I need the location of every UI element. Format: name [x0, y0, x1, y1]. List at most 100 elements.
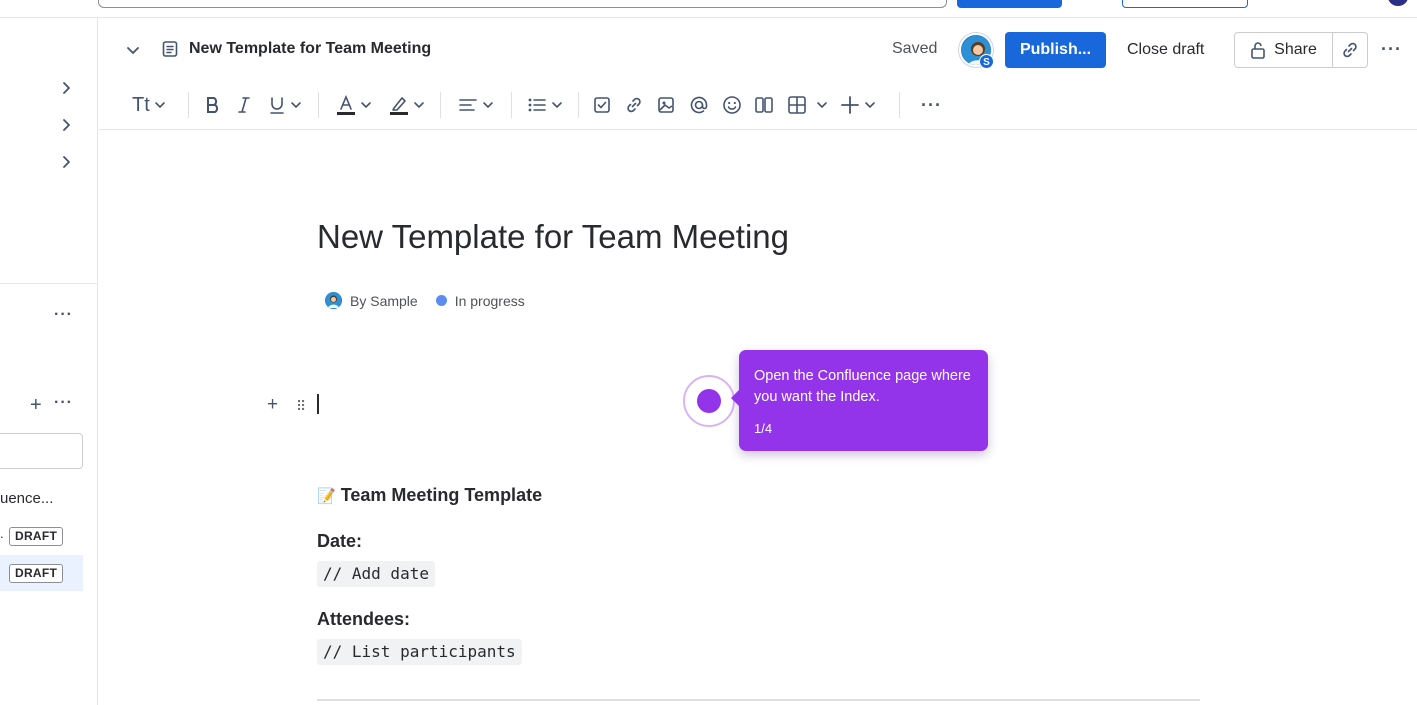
toolbar-separator [578, 92, 579, 118]
profile-avatar[interactable] [1388, 0, 1408, 6]
share-label: Share [1274, 41, 1317, 58]
columns-icon [755, 97, 773, 113]
avatar-badge: S [979, 54, 994, 69]
author-avatar[interactable] [325, 292, 342, 309]
chevron-down-icon[interactable] [125, 42, 141, 58]
chevron-right-icon[interactable] [58, 154, 74, 170]
toolbar-separator [318, 92, 319, 118]
underline-icon [270, 97, 284, 114]
chevron-down-icon [817, 102, 827, 109]
editor-toolbar: Tt ··· [99, 82, 1417, 130]
plus-icon [841, 96, 859, 114]
create-content-button[interactable]: + [30, 394, 42, 417]
truncated-label: . [0, 526, 4, 541]
text-style-label: Tt [132, 93, 150, 116]
breadcrumb-page-title: New Template for Team Meeting [189, 40, 432, 57]
date-label[interactable]: Date: [317, 531, 362, 552]
close-draft-button[interactable]: Close draft [1118, 32, 1213, 68]
draft-badge: DRAFT [9, 564, 64, 583]
italic-button[interactable] [236, 92, 252, 118]
italic-icon [238, 97, 250, 113]
sidebar-draft-item-selected[interactable]: DRAFT [0, 555, 83, 591]
tooltip-text: Open the Confluence page where you want … [754, 368, 971, 405]
page-icon [162, 41, 178, 57]
section-heading[interactable]: 📝 Team Meeting Template [317, 485, 542, 506]
text-style-dropdown[interactable]: Tt [132, 92, 167, 118]
checkbox-icon [594, 97, 610, 113]
bullet-list-icon [528, 98, 546, 112]
insert-image-button[interactable] [657, 92, 675, 118]
text-color-icon [337, 94, 355, 115]
text-cursor [317, 394, 319, 414]
chevron-down-icon [154, 102, 165, 109]
chevron-right-icon[interactable] [58, 117, 74, 133]
share-group: Share [1234, 32, 1368, 68]
chevron-down-icon [552, 102, 562, 109]
toolbar-separator [188, 92, 189, 118]
toolbar-separator [899, 92, 900, 118]
date-placeholder[interactable]: // Add date [317, 561, 435, 587]
emoji-button[interactable] [722, 92, 742, 118]
link-icon [1343, 42, 1357, 58]
section-heading-text: Team Meeting Template [340, 485, 543, 505]
action-item-button[interactable] [593, 92, 611, 118]
layouts-button[interactable] [754, 92, 774, 118]
highlight-icon [390, 97, 408, 115]
more-actions-icon[interactable]: ··· [54, 306, 73, 324]
sidebar-draft-item[interactable]: . DRAFT [0, 518, 83, 554]
insert-block-button[interactable]: + [267, 394, 278, 416]
sidebar-divider [0, 283, 98, 284]
copy-link-button[interactable] [1333, 33, 1367, 67]
save-status: Saved [892, 40, 938, 57]
table-dropdown[interactable] [787, 92, 829, 118]
highlight-dropdown[interactable] [389, 92, 426, 118]
alignment-dropdown[interactable] [458, 92, 495, 118]
list-dropdown[interactable] [527, 92, 564, 118]
attendees-placeholder[interactable]: // List participants [317, 639, 522, 665]
more-options-icon[interactable]: ··· [1381, 39, 1402, 60]
create-button[interactable] [957, 0, 1062, 8]
drag-handle-icon[interactable]: ⠿ [296, 398, 306, 415]
toolbar-separator [440, 92, 441, 118]
top-navigation [0, 0, 1417, 18]
share-button[interactable]: Share [1235, 33, 1333, 67]
mention-button[interactable] [689, 92, 709, 118]
more-actions-icon[interactable]: ··· [54, 394, 73, 412]
bold-icon [207, 97, 219, 113]
chevron-down-icon [361, 102, 371, 109]
attendees-label[interactable]: Attendees: [317, 609, 410, 630]
memo-emoji-icon: 📝 [317, 488, 336, 505]
publish-button[interactable]: Publish... [1005, 32, 1106, 68]
chevron-right-icon[interactable] [58, 80, 74, 96]
search-input[interactable] [98, 0, 947, 8]
chevron-down-icon [291, 102, 301, 109]
chevron-down-icon [414, 102, 424, 109]
page-byline: By Sample In progress [325, 292, 525, 309]
status-label[interactable]: In progress [455, 293, 525, 309]
chevron-down-icon [865, 102, 875, 109]
insert-link-button[interactable] [625, 92, 643, 118]
more-formatting-icon[interactable]: ··· [921, 92, 942, 118]
insert-dropdown[interactable] [840, 92, 877, 118]
author-name[interactable]: By Sample [350, 293, 418, 309]
underline-dropdown[interactable] [268, 92, 303, 118]
draft-badge: DRAFT [9, 527, 64, 546]
toolbar-separator [511, 92, 512, 118]
editor-header: New Template for Team Meeting Saved S Pu… [99, 18, 1417, 82]
sidebar: ··· + ··· uence... . DRAFT DRAFT [0, 18, 98, 705]
mention-icon [690, 96, 708, 114]
lock-icon [1251, 42, 1265, 59]
walkthrough-beacon-dot[interactable] [697, 389, 721, 413]
table-icon [788, 96, 806, 114]
emoji-icon [723, 96, 741, 114]
upgrade-button[interactable] [1122, 0, 1248, 8]
tooltip-step-counter: 1/4 [754, 421, 773, 436]
link-icon [627, 97, 641, 113]
bold-button[interactable] [204, 92, 222, 118]
sidebar-filter-input[interactable] [0, 433, 83, 469]
sidebar-item-label[interactable]: uence... [0, 490, 53, 507]
align-left-icon [459, 99, 477, 111]
text-color-dropdown[interactable] [336, 92, 373, 118]
walkthrough-tooltip: Open the Confluence page where you want … [731, 350, 988, 451]
page-title[interactable]: New Template for Team Meeting [317, 218, 789, 256]
